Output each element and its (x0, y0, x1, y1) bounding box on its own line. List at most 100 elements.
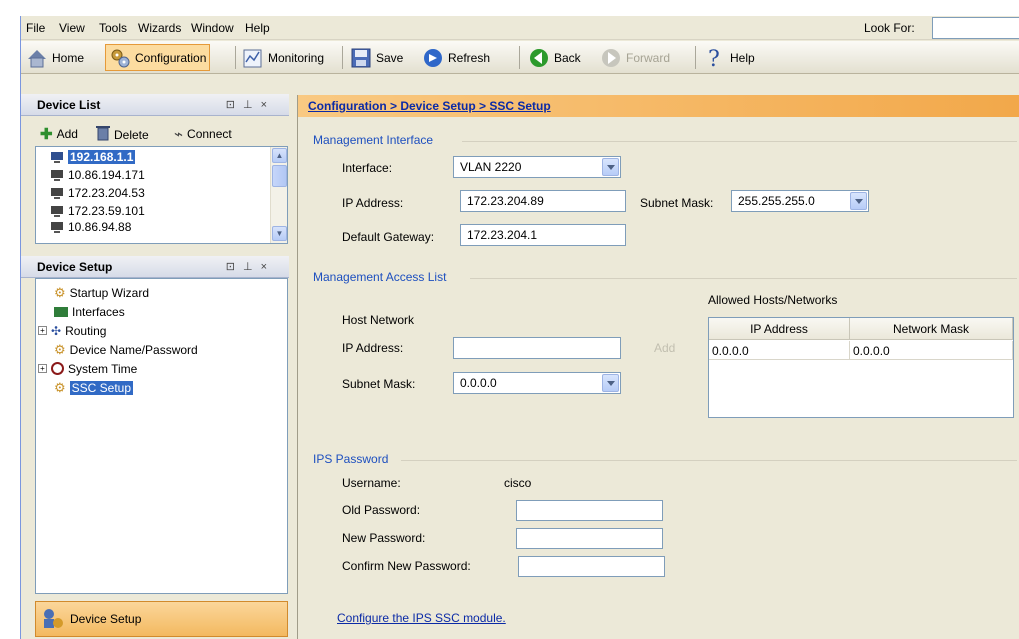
ip-address-label: IP Address: (342, 196, 404, 210)
confirm-password-field[interactable] (518, 556, 665, 577)
configuration-button[interactable]: Configuration (105, 44, 211, 71)
device-setup-nav-button[interactable]: Device Setup (35, 601, 288, 637)
device-list-title: Device List ⊡⊥× (21, 94, 289, 116)
trash-icon (96, 125, 110, 144)
content-pane: Configuration > Device Setup > SSC Setup… (297, 95, 1019, 639)
menu-help[interactable]: Help (245, 21, 270, 35)
save-icon (350, 47, 372, 69)
configure-ips-link[interactable]: Configure the IPS SSC module. (337, 611, 506, 625)
configuration-label: Configuration (135, 50, 207, 65)
menu-tools[interactable]: Tools (99, 21, 127, 35)
subnet-mask-label: Subnet Mask: (640, 196, 714, 210)
table-cell-mask[interactable]: 0.0.0.0 (850, 341, 1013, 360)
panel-controls[interactable]: ⊡⊥× (226, 260, 275, 273)
username-label: Username: (342, 476, 401, 490)
tree-item-system-time[interactable]: + System Time (38, 360, 137, 377)
device-setup-tree: ⚙ Startup Wizard Interfaces + ✣ Routing … (35, 278, 288, 594)
subnet-mask-select[interactable]: 255.255.255.0 (731, 190, 869, 212)
plus-icon: ✚ (40, 126, 53, 143)
look-for-input[interactable] (932, 17, 1019, 39)
svg-text:?: ? (708, 47, 720, 69)
interface-icon (54, 306, 68, 317)
connect-button[interactable]: ⌁ Connect (174, 125, 232, 143)
monitoring-button[interactable]: Monitoring (239, 44, 327, 71)
device-icon (50, 151, 64, 163)
scroll-up-icon[interactable]: ▲ (272, 148, 287, 163)
allowed-hosts-title: Allowed Hosts/Networks (708, 293, 838, 307)
home-button[interactable]: Home (23, 44, 87, 71)
tree-item-startup-wizard[interactable]: ⚙ Startup Wizard (54, 284, 149, 301)
interface-select[interactable]: VLAN 2220 (453, 156, 621, 178)
routing-icon: ✣ (51, 323, 62, 338)
tree-item-routing[interactable]: + ✣ Routing (38, 322, 106, 339)
add-device-button[interactable]: ✚ Add (40, 125, 78, 143)
help-button[interactable]: ? Help (701, 44, 758, 72)
menu-view[interactable]: View (59, 21, 85, 35)
device-item-4[interactable]: 10.86.94.88 (50, 220, 131, 234)
column-ip-address[interactable]: IP Address (709, 318, 850, 340)
clock-icon (51, 362, 64, 375)
gear-icon: ⚙ (54, 341, 66, 357)
plug-icon: ⌁ (174, 126, 184, 143)
menu-file[interactable]: File (26, 21, 45, 35)
monitoring-icon (242, 47, 264, 69)
help-icon: ? (704, 47, 726, 72)
device-list-tree: 192.168.1.1 10.86.194.171 172.23.204.53 … (35, 146, 288, 244)
host-subnet-label: Subnet Mask: (342, 377, 416, 391)
gears-icon (109, 47, 131, 69)
host-ip-label: IP Address: (342, 341, 404, 355)
interface-label: Interface: (342, 161, 393, 175)
ips-password-title: IPS Password (313, 452, 389, 466)
host-network-label: Host Network (342, 313, 415, 327)
tree-item-interfaces[interactable]: Interfaces (54, 303, 125, 320)
refresh-icon (422, 47, 444, 69)
column-network-mask[interactable]: Network Mask (850, 318, 1013, 340)
forward-button[interactable]: Forward (597, 44, 673, 71)
device-item-0[interactable]: 192.168.1.1 (50, 148, 136, 165)
home-icon (26, 47, 48, 69)
save-label: Save (376, 50, 404, 65)
wizard-icon: ⚙ (54, 284, 66, 300)
ip-address-field[interactable]: 172.23.204.89 (460, 190, 626, 212)
menu-wizards[interactable]: Wizards (138, 21, 181, 35)
tree-item-device-name-password[interactable]: ⚙ Device Name/Password (54, 341, 198, 358)
device-item-2[interactable]: 172.23.204.53 (50, 184, 145, 201)
look-for-label: Look For: (864, 21, 915, 35)
device-item-1[interactable]: 10.86.194.171 (50, 166, 145, 183)
delete-device-button[interactable]: Delete (96, 125, 149, 144)
chevron-down-icon[interactable] (602, 374, 619, 392)
breadcrumb: Configuration > Device Setup > SSC Setup (298, 95, 1019, 117)
help-label: Help (730, 50, 755, 65)
table-cell-ip[interactable]: 0.0.0.0 (709, 341, 850, 360)
refresh-button[interactable]: Refresh (419, 44, 493, 71)
tree-item-ssc-setup[interactable]: ⚙ SSC Setup (54, 379, 134, 396)
access-list-title: Management Access List (313, 270, 447, 284)
panel-controls[interactable]: ⊡⊥× (226, 98, 275, 111)
new-password-label: New Password: (342, 531, 426, 545)
save-button[interactable]: Save (347, 44, 406, 71)
host-subnet-select[interactable]: 0.0.0.0 (453, 372, 621, 394)
chevron-down-icon[interactable] (602, 158, 619, 176)
new-password-field[interactable] (516, 528, 663, 549)
monitoring-label: Monitoring (268, 50, 325, 65)
device-item-3[interactable]: 172.23.59.101 (50, 202, 145, 219)
gateway-field[interactable]: 172.23.204.1 (460, 224, 626, 246)
confirm-password-label: Confirm New Password: (342, 559, 471, 573)
gateway-label: Default Gateway: (342, 230, 435, 244)
scroll-thumb[interactable] (272, 165, 287, 187)
expand-icon[interactable]: + (38, 326, 47, 335)
add-host-button[interactable]: Add (654, 341, 675, 355)
expand-icon[interactable]: + (38, 364, 47, 373)
device-list-scrollbar[interactable]: ▲ ▼ (270, 147, 287, 243)
refresh-label: Refresh (448, 50, 491, 65)
menu-window[interactable]: Window (191, 21, 234, 35)
host-ip-field[interactable] (453, 337, 621, 359)
mgmt-interface-title: Management Interface (313, 133, 434, 147)
home-label: Home (52, 50, 85, 65)
scroll-down-icon[interactable]: ▼ (272, 226, 287, 241)
chevron-down-icon[interactable] (850, 192, 867, 210)
back-button[interactable]: Back (525, 44, 584, 71)
breadcrumb-link[interactable]: Configuration > Device Setup > SSC Setup (308, 99, 551, 113)
old-password-field[interactable] (516, 500, 663, 521)
device-icon (50, 169, 64, 181)
